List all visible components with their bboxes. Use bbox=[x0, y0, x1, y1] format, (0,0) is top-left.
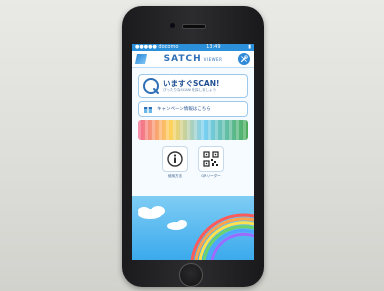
rainbow-cloud-illustration bbox=[138, 206, 254, 260]
app-header: SATCH VIEWER bbox=[132, 51, 254, 68]
scan-title: いますぐSCAN! bbox=[163, 79, 220, 88]
campaign-banner[interactable] bbox=[138, 120, 248, 140]
status-battery: ▮ bbox=[248, 44, 251, 50]
rainbow-icon bbox=[190, 213, 254, 260]
cloud-icon bbox=[138, 206, 187, 230]
home-button[interactable] bbox=[179, 263, 203, 287]
earpiece bbox=[182, 24, 206, 29]
qr-tile-box bbox=[198, 146, 224, 172]
tools-icon bbox=[240, 55, 248, 63]
campaign-label: キャンペーン情報はこちら bbox=[157, 107, 211, 112]
phone-screen: ●●●●● docomo 13:49 ▮ SATCH VIEWER いますぐSC… bbox=[132, 44, 254, 260]
front-camera bbox=[170, 23, 175, 28]
app-logo: SATCH bbox=[163, 54, 202, 64]
info-icon bbox=[167, 151, 183, 167]
status-carrier: ●●●●● docomo bbox=[135, 44, 179, 50]
app-logo-sub: VIEWER bbox=[203, 56, 223, 62]
menu-tiles: 使用方法 QRリーダー bbox=[132, 146, 254, 186]
qr-code-icon bbox=[203, 151, 219, 167]
status-bar: ●●●●● docomo 13:49 ▮ bbox=[132, 44, 254, 51]
campaign-button[interactable]: キャンペーン情報はこちら bbox=[138, 101, 248, 117]
main-content: いますぐSCAN! ぴったりなSCAN!を探しましょう キャンペーン情報はこちら bbox=[132, 68, 254, 260]
usage-label: 使用方法 bbox=[168, 174, 182, 178]
magnifier-handle bbox=[153, 88, 159, 94]
qr-reader-label: QRリーダー bbox=[201, 174, 221, 178]
usage-tile[interactable]: 使用方法 bbox=[162, 146, 188, 179]
gift-icon bbox=[144, 107, 152, 113]
status-time: 13:49 bbox=[206, 44, 221, 50]
smartphone: ●●●●● docomo 13:49 ▮ SATCH VIEWER いますぐSC… bbox=[122, 6, 264, 287]
qr-reader-tile[interactable]: QRリーダー bbox=[198, 146, 224, 179]
logo-mark-icon bbox=[134, 54, 148, 64]
usage-tile-box bbox=[162, 146, 188, 172]
scan-subtitle: ぴったりなSCAN!を探しましょう bbox=[163, 88, 217, 92]
tools-button[interactable] bbox=[238, 53, 250, 65]
scan-now-button[interactable]: いますぐSCAN! ぴったりなSCAN!を探しましょう bbox=[138, 74, 248, 98]
banner-pattern bbox=[138, 120, 248, 140]
sky-illustration bbox=[132, 196, 254, 260]
magnifier-icon bbox=[143, 78, 159, 94]
